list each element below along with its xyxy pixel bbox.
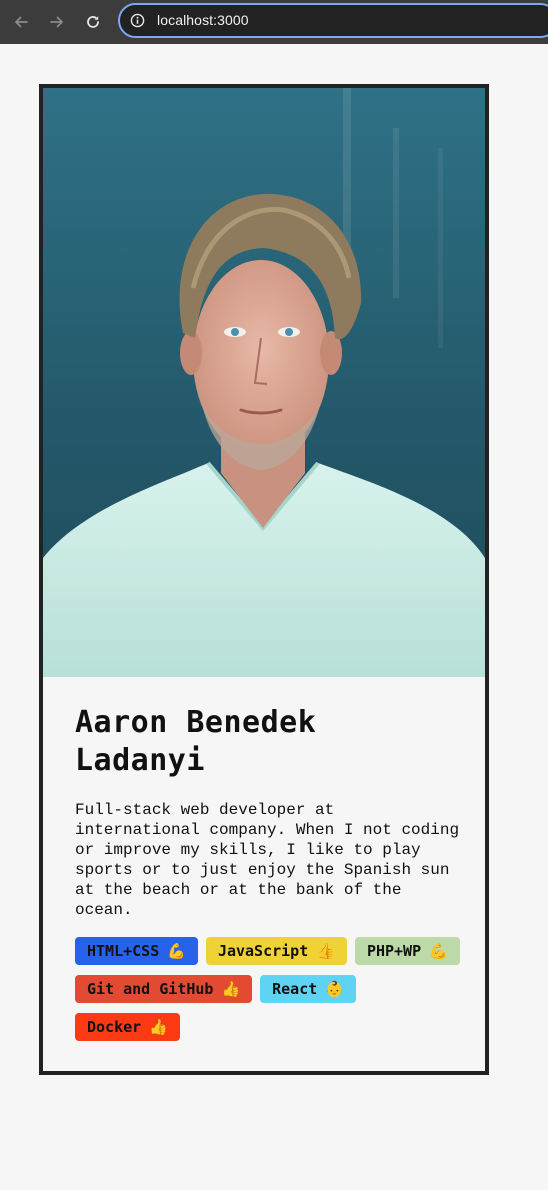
arrow-right-icon (50, 16, 63, 28)
profile-card: Aaron Benedek Ladanyi Full-stack web dev… (39, 84, 489, 1075)
skill-tag-html-css: HTML+CSS 💪 (75, 937, 198, 965)
skill-tag-javascript: JavaScript 👍 (205, 937, 347, 965)
forward-button[interactable] (43, 8, 71, 36)
skill-label: Git and GitHub (87, 980, 214, 998)
skill-label: HTML+CSS (87, 942, 160, 960)
profile-bio: Full-stack web developer at internationa… (75, 801, 460, 919)
skill-label: React (272, 980, 318, 998)
info-icon[interactable] (130, 13, 145, 28)
skills-list: HTML+CSS 💪 JavaScript 👍 PHP+WP 💪 Git and… (75, 937, 460, 1041)
flexed-biceps-icon: 💪 (429, 942, 448, 960)
skill-tag-react: React 👶 (260, 975, 356, 1003)
thumbs-up-icon: 👍 (221, 980, 241, 998)
baby-icon: 👶 (325, 980, 344, 998)
reload-icon (87, 16, 99, 28)
skill-label: PHP+WP (366, 942, 422, 960)
skill-label: Docker (87, 1018, 142, 1036)
profile-photo (43, 88, 485, 677)
browser-toolbar: localhost:3000 (0, 0, 548, 44)
skill-tag-php-wp: PHP+WP 💪 (354, 937, 460, 965)
reload-button[interactable] (79, 8, 107, 36)
profile-name: Aaron Benedek Ladanyi (75, 705, 317, 778)
skill-tag-git-github: Git and GitHub 👍 (75, 975, 253, 1003)
profile-content: Aaron Benedek Ladanyi Full-stack web dev… (75, 704, 460, 1041)
back-button[interactable] (7, 8, 35, 36)
thumbs-up-icon: 👍 (149, 1018, 168, 1036)
arrow-left-icon (15, 16, 28, 28)
skill-tag-docker: Docker 👍 (75, 1013, 180, 1041)
url-text[interactable]: localhost:3000 (157, 12, 249, 28)
thumbs-up-icon: 👍 (316, 942, 335, 960)
flexed-biceps-icon: 💪 (167, 942, 186, 960)
address-bar[interactable]: localhost:3000 (118, 3, 548, 38)
skill-label: JavaScript (217, 942, 309, 960)
